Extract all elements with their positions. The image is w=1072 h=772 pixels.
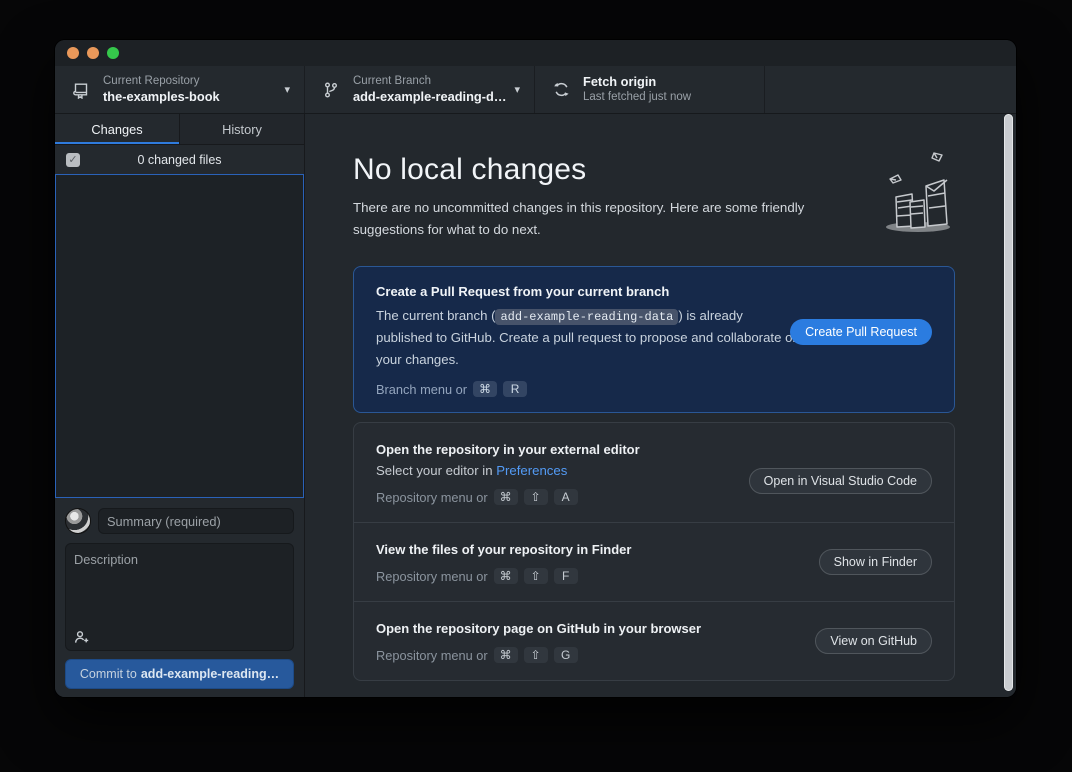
- view-on-github-row: Open the repository page on GitHub in yo…: [354, 601, 954, 680]
- description-input[interactable]: [65, 543, 294, 651]
- add-coauthor-icon[interactable]: [74, 630, 90, 644]
- shift-key-chip: ⇧: [524, 647, 548, 663]
- desktop-background: Current Repository the-examples-book ▾ C…: [0, 0, 1072, 772]
- chevron-down-icon: ▾: [284, 83, 290, 96]
- editor-shortcut-text: Repository menu or: [376, 490, 488, 505]
- no-changes-illustration-icon: [866, 150, 958, 238]
- shift-key-chip: ⇧: [524, 489, 548, 505]
- changed-files-header: ✓ 0 changed files: [55, 145, 304, 174]
- sidebar: Changes History ✓ 0 changed files: [55, 114, 305, 697]
- current-repository-dropdown[interactable]: Current Repository the-examples-book ▾: [55, 66, 305, 113]
- commit-button-branch: add-example-reading…: [141, 667, 279, 681]
- avatar: [65, 508, 91, 534]
- summary-input[interactable]: [98, 508, 294, 534]
- cmd-key-chip: ⌘: [494, 489, 518, 505]
- commit-summary-row: [65, 508, 294, 534]
- create-pr-card: Create a Pull Request from your current …: [353, 266, 955, 413]
- sidebar-tabs: Changes History: [55, 114, 304, 145]
- pr-shortcut-text: Branch menu or: [376, 382, 467, 397]
- zoom-window-button[interactable]: [107, 47, 119, 59]
- finder-shortcut-text: Repository menu or: [376, 569, 488, 584]
- pr-card-body: The current branch (add-example-reading-…: [376, 305, 801, 370]
- show-in-finder-row: View the files of your repository in Fin…: [354, 522, 954, 601]
- suggestions-group: Open the repository in your external edi…: [353, 422, 955, 681]
- content-area: Changes History ✓ 0 changed files: [55, 114, 1016, 697]
- description-wrap: [65, 543, 294, 651]
- repo-book-icon: [73, 81, 91, 99]
- fetch-origin-button[interactable]: Fetch origin Last fetched just now: [535, 66, 765, 113]
- chevron-down-icon: ▾: [514, 83, 520, 96]
- current-branch-dropdown[interactable]: Current Branch add-example-reading-d… ▾: [305, 66, 535, 113]
- pr-body-before: The current branch (: [376, 308, 495, 323]
- github-desktop-window: Current Repository the-examples-book ▾ C…: [55, 40, 1016, 697]
- toolbar: Current Repository the-examples-book ▾ C…: [55, 66, 1016, 114]
- shift-key-chip: ⇧: [524, 568, 548, 584]
- r-key-chip: R: [503, 381, 527, 397]
- pr-shortcut-hint: Branch menu or ⌘ R: [376, 381, 932, 397]
- tab-changes[interactable]: Changes: [55, 114, 179, 144]
- sync-icon: [553, 81, 571, 98]
- page-subtitle: There are no uncommitted changes in this…: [353, 197, 873, 241]
- changed-files-count: 0 changed files: [55, 153, 304, 167]
- f-key-chip: F: [554, 568, 578, 584]
- show-in-finder-button[interactable]: Show in Finder: [819, 549, 932, 575]
- vertical-scrollbar[interactable]: [1004, 114, 1013, 691]
- open-in-editor-button[interactable]: Open in Visual Studio Code: [749, 468, 932, 494]
- main-panel: No local changes There are no uncommitte…: [305, 114, 1016, 697]
- close-window-button[interactable]: [67, 47, 79, 59]
- changed-files-list[interactable]: [55, 174, 304, 498]
- cmd-key-chip: ⌘: [494, 568, 518, 584]
- branch-code-chip: add-example-reading-data: [495, 309, 678, 325]
- github-shortcut-text: Repository menu or: [376, 648, 488, 663]
- preferences-link[interactable]: Preferences: [496, 463, 567, 478]
- open-editor-row: Open the repository in your external edi…: [354, 423, 954, 522]
- cmd-key-chip: ⌘: [494, 647, 518, 663]
- fetch-label: Fetch origin: [583, 74, 750, 90]
- branch-name: add-example-reading-d…: [353, 89, 504, 105]
- cmd-key-chip: ⌘: [473, 381, 497, 397]
- titlebar: [55, 40, 1016, 66]
- view-on-github-button[interactable]: View on GitHub: [815, 628, 932, 654]
- open-editor-title: Open the repository in your external edi…: [376, 442, 932, 457]
- commit-panel: Commit to add-example-reading…: [55, 498, 304, 697]
- repository-name: the-examples-book: [103, 89, 274, 105]
- editor-line-text: Select your editor in: [376, 463, 496, 478]
- g-key-chip: G: [554, 647, 578, 663]
- pr-card-title: Create a Pull Request from your current …: [376, 284, 932, 299]
- fetch-sublabel: Last fetched just now: [583, 90, 750, 104]
- create-pull-request-button[interactable]: Create Pull Request: [790, 319, 932, 345]
- commit-button[interactable]: Commit to add-example-reading…: [65, 659, 294, 689]
- git-branch-icon: [323, 81, 341, 99]
- a-key-chip: A: [554, 489, 578, 505]
- tab-history[interactable]: History: [179, 114, 304, 144]
- branch-label: Current Branch: [353, 74, 504, 88]
- toolbar-spacer: [765, 66, 1016, 113]
- repository-label: Current Repository: [103, 74, 274, 88]
- minimize-window-button[interactable]: [87, 47, 99, 59]
- commit-button-prefix: Commit to: [80, 667, 137, 681]
